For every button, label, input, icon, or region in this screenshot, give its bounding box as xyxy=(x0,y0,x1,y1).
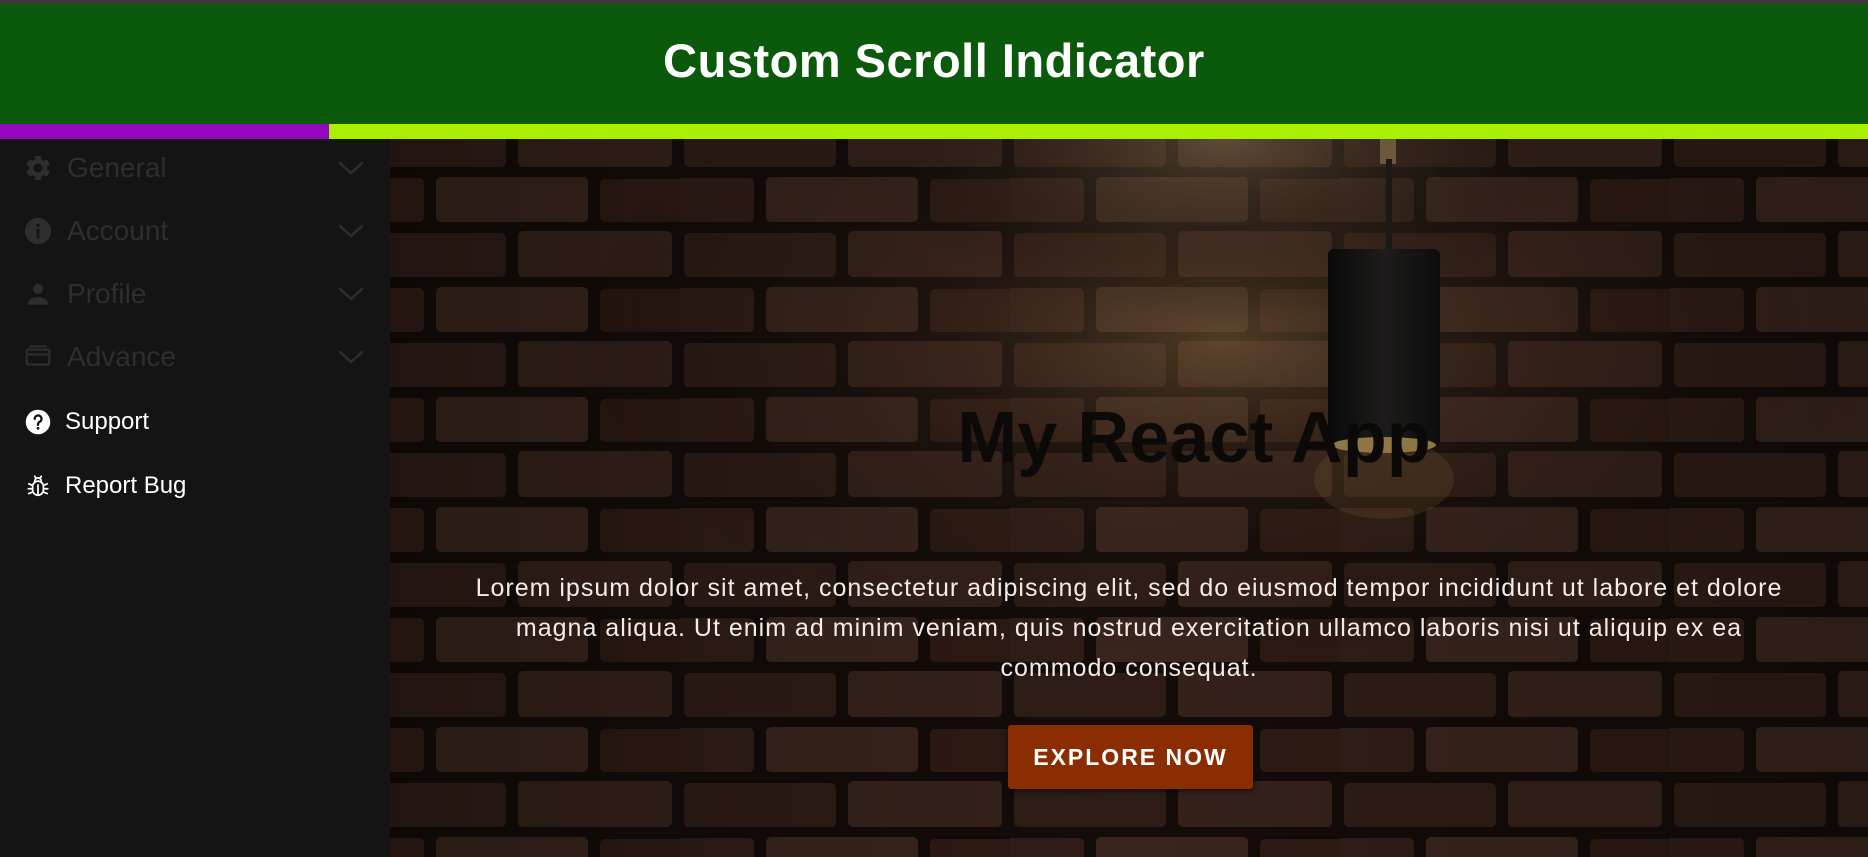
sidebar-item-advance[interactable]: Advance xyxy=(0,327,390,387)
scroll-indicator-fill xyxy=(0,124,329,139)
sidebar: General Account Profile Advance Support … xyxy=(0,139,390,857)
page-header: Custom Scroll Indicator xyxy=(0,4,1868,124)
sidebar-item-label: General xyxy=(67,152,167,183)
sidebar-item-label: Profile xyxy=(67,278,147,309)
hero-title: My React App xyxy=(957,398,1431,478)
gear-icon xyxy=(23,153,53,183)
sidebar-item-general[interactable]: General xyxy=(0,138,390,198)
chevron-down-icon xyxy=(336,216,366,246)
bug-icon xyxy=(23,471,53,501)
page-title: Custom Scroll Indicator xyxy=(663,33,1205,87)
help-icon xyxy=(23,407,53,437)
info-icon xyxy=(23,216,53,246)
hero-section: My React App Lorem ipsum dolor sit amet,… xyxy=(390,139,1868,857)
person-icon xyxy=(23,279,53,309)
chevron-down-icon xyxy=(336,342,366,372)
chevron-down-icon xyxy=(336,279,366,309)
sidebar-item-report-bug[interactable]: Report Bug xyxy=(0,456,390,516)
sidebar-item-support[interactable]: Support xyxy=(0,392,390,452)
sidebar-item-label: Report Bug xyxy=(65,472,187,499)
chevron-down-icon xyxy=(336,153,366,183)
sidebar-item-label: Support xyxy=(65,408,150,435)
sidebar-item-profile[interactable]: Profile xyxy=(0,264,390,324)
hero-description: Lorem ipsum dolor sit amet, consectetur … xyxy=(475,574,1783,682)
explore-now-button[interactable]: EXPLORE NOW xyxy=(1008,725,1253,789)
window-icon xyxy=(23,342,53,372)
scroll-indicator-track xyxy=(0,124,1868,139)
sidebar-item-account[interactable]: Account xyxy=(0,201,390,261)
sidebar-item-label: Account xyxy=(67,215,169,246)
sidebar-item-label: Advance xyxy=(67,341,176,372)
